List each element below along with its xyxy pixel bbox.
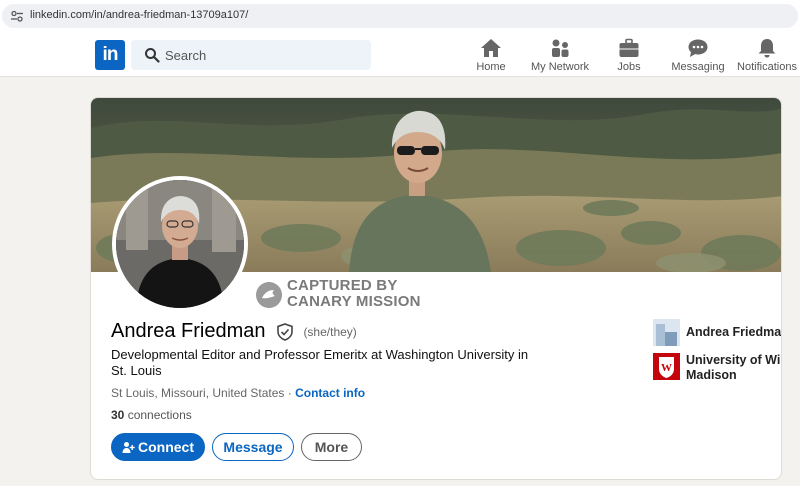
nav-messaging[interactable]: Messaging bbox=[658, 36, 738, 74]
wisconsin-crest-icon: W bbox=[659, 357, 674, 378]
nav-jobs[interactable]: Jobs bbox=[589, 36, 669, 74]
profile-photo[interactable] bbox=[112, 176, 248, 312]
location-row: St Louis, Missouri, United States · Cont… bbox=[111, 386, 365, 400]
home-icon bbox=[481, 39, 501, 57]
crest-letter: W bbox=[661, 362, 672, 374]
nav-notifications-label: Notifications bbox=[737, 61, 797, 73]
profile-headline: Developmental Editor and Professor Emeri… bbox=[111, 347, 529, 378]
bell-icon bbox=[758, 39, 776, 58]
briefcase-icon bbox=[619, 38, 639, 57]
profile-name: Andrea Friedman bbox=[111, 320, 266, 342]
pronouns: (she/they) bbox=[303, 324, 357, 339]
contact-info-link[interactable]: Contact info bbox=[295, 386, 365, 400]
search-icon bbox=[145, 48, 160, 63]
connections-count[interactable]: 30 connections bbox=[111, 408, 192, 422]
search-placeholder: Search bbox=[165, 48, 207, 63]
profile-name-row: Andrea Friedman (she/they) bbox=[111, 320, 357, 346]
org-name: Andrea Friedman Editing bbox=[686, 325, 782, 339]
university-logo: W bbox=[653, 353, 680, 380]
separator: · bbox=[284, 386, 296, 400]
more-button[interactable]: More bbox=[301, 433, 362, 461]
browser-address-bar: linkedin.com/in/andrea-friedman-13709a10… bbox=[0, 0, 800, 32]
nav-home[interactable]: Home bbox=[451, 36, 531, 74]
search-input[interactable]: Search bbox=[131, 40, 371, 70]
org-name-line1: University of Wisconsin- bbox=[686, 353, 781, 367]
nav-my-network-label: My Network bbox=[530, 61, 590, 73]
watermark-line2: CANARY MISSION bbox=[287, 293, 421, 310]
linkedin-logo[interactable]: in bbox=[95, 40, 125, 70]
url-text[interactable]: linkedin.com/in/andrea-friedman-13709a10… bbox=[30, 9, 248, 21]
connections-label: connections bbox=[124, 408, 192, 422]
profile-photo-image bbox=[116, 180, 244, 308]
connect-button[interactable]: Connect bbox=[111, 433, 205, 461]
watermark-line1: CAPTURED BY bbox=[287, 277, 398, 294]
chat-icon bbox=[688, 39, 708, 57]
nav-my-network[interactable]: My Network bbox=[520, 36, 600, 74]
url-field[interactable]: linkedin.com/in/andrea-friedman-13709a10… bbox=[2, 4, 798, 28]
org-name-line2: Madison bbox=[686, 368, 737, 382]
nav-jobs-label: Jobs bbox=[617, 61, 641, 73]
top-navigation: in Search Home My Network Jobs Messaging… bbox=[0, 32, 800, 77]
verified-shield-icon[interactable] bbox=[276, 322, 294, 341]
canary-mission-logo-icon bbox=[256, 282, 282, 308]
location: St Louis, Missouri, United States bbox=[111, 386, 285, 400]
connect-label: Connect bbox=[138, 439, 194, 455]
nav-messaging-label: Messaging bbox=[671, 61, 725, 73]
site-settings-icon[interactable] bbox=[10, 9, 24, 23]
network-icon bbox=[552, 39, 569, 57]
watermark-text: CAPTURED BY CANARY MISSION bbox=[287, 278, 421, 310]
message-button[interactable]: Message bbox=[212, 433, 294, 461]
company-logo-placeholder-icon bbox=[653, 319, 680, 346]
nav-notifications[interactable]: Notifications bbox=[727, 36, 800, 74]
connections-number: 30 bbox=[111, 408, 125, 422]
nav-home-label: Home bbox=[476, 61, 506, 73]
add-person-icon bbox=[122, 442, 135, 453]
